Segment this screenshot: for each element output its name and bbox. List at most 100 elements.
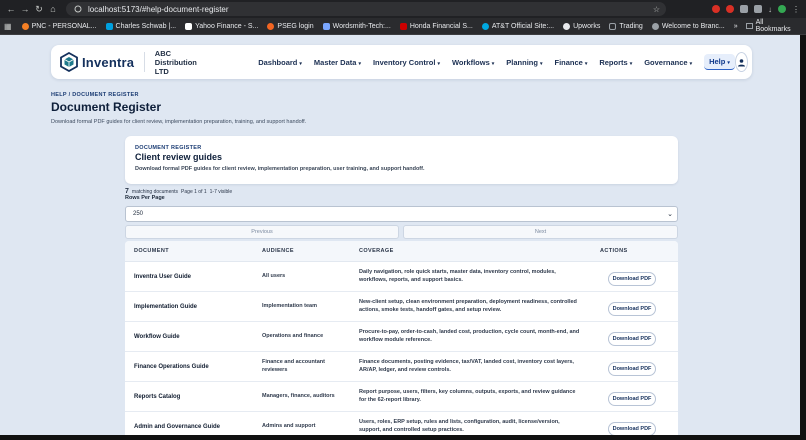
- card-description: Download formal PDF guides for client re…: [135, 166, 425, 172]
- nav-governance[interactable]: Governance ▾: [644, 58, 692, 67]
- document-coverage: Procure-to-pay, order-to-cash, landed co…: [359, 328, 580, 343]
- nav-workflows[interactable]: Workflows ▾: [452, 58, 494, 67]
- apps-grid-icon[interactable]: ▦: [4, 22, 12, 31]
- bookmarks-overflow-icon[interactable]: »: [734, 23, 738, 30]
- document-name: Workflow Guide: [134, 333, 180, 340]
- card-eyebrow: DOCUMENT REGISTER: [135, 145, 202, 151]
- brand-name: Inventra: [82, 54, 135, 70]
- nav-reports[interactable]: Reports ▾: [599, 58, 632, 67]
- reload-icon[interactable]: ↻: [32, 4, 46, 15]
- bookmark-upworks[interactable]: Upworks: [563, 22, 600, 30]
- pnc-favicon-icon: [21, 22, 29, 30]
- browser-toolbar: ← → ↻ ⌂ localhost:5173/#help-document-re…: [0, 0, 806, 18]
- home-icon[interactable]: ⌂: [46, 4, 60, 14]
- bookmark-yahoo[interactable]: Yahoo Finance - S...: [185, 22, 258, 30]
- folder-icon: [745, 23, 753, 29]
- document-audience: Operations and finance: [262, 332, 324, 339]
- wordsmith-favicon-icon: [322, 22, 330, 30]
- nav-master-data[interactable]: Master Data ▾: [314, 58, 361, 67]
- document-register-card: DOCUMENT REGISTER Client review guides D…: [125, 136, 678, 184]
- download-pdf-button[interactable]: Download PDF: [608, 392, 656, 406]
- bookmark-pseg[interactable]: PSEG login: [267, 22, 314, 30]
- inventra-cube-icon: [60, 52, 78, 72]
- match-count: 7: [125, 188, 129, 195]
- att-favicon-icon: [481, 22, 489, 30]
- address-bar[interactable]: localhost:5173/#help-document-register ☆: [66, 2, 666, 16]
- nav-help[interactable]: Help ▾: [704, 54, 735, 70]
- column-header-actions: ACTIONS: [600, 248, 628, 254]
- bookmark-wordsmith[interactable]: Wordsmith-Tech:...: [322, 22, 391, 30]
- site-info-icon[interactable]: [74, 5, 82, 13]
- user-menu-button[interactable]: [734, 52, 749, 72]
- table-row: Inventra User Guide All users Daily navi…: [125, 262, 678, 292]
- download-icon[interactable]: ↓: [768, 5, 772, 14]
- download-pdf-button[interactable]: Download PDF: [608, 422, 656, 436]
- result-count: 7 matching documents Page 1 of 1 1-7 vis…: [125, 188, 232, 195]
- app-header: Inventra ABC Distribution LTD Dashboard ▾…: [51, 45, 752, 79]
- rows-per-page-value: 250: [133, 211, 144, 217]
- bookmark-honda[interactable]: Honda Financial S...: [399, 22, 473, 30]
- document-audience: Admins and support: [262, 422, 316, 429]
- window-frame-right: [800, 35, 806, 440]
- document-name: Finance Operations Guide: [134, 363, 209, 370]
- profile-avatar-icon[interactable]: [778, 5, 786, 13]
- bookmark-trading[interactable]: Trading: [609, 22, 643, 30]
- document-name: Reports Catalog: [134, 393, 181, 400]
- breadcrumb: HELP / DOCUMENT REGISTER: [51, 92, 139, 98]
- visible-range: 1-7 visible: [209, 189, 233, 195]
- next-page-button[interactable]: Next: [403, 225, 678, 239]
- download-pdf-button[interactable]: Download PDF: [608, 302, 656, 316]
- nav-dashboard[interactable]: Dashboard ▾: [258, 58, 302, 67]
- chevron-down-icon: ▾: [437, 60, 440, 67]
- back-icon[interactable]: ←: [4, 4, 18, 14]
- window-frame-bottom: [0, 435, 806, 440]
- brand-logo[interactable]: Inventra: [60, 52, 134, 72]
- tenant-name: ABC Distribution LTD: [154, 48, 197, 76]
- all-bookmarks-link[interactable]: All Bookmarks: [745, 19, 800, 33]
- schwab-favicon-icon: [105, 22, 113, 30]
- documents-table: DOCUMENT AUDIENCE COVERAGE ACTIONS Inven…: [125, 241, 678, 440]
- main-nav: Dashboard ▾ Master Data ▾ Inventory Contro…: [258, 54, 735, 70]
- extension-icon[interactable]: [726, 5, 734, 13]
- column-header-coverage: COVERAGE: [359, 248, 394, 254]
- table-header: DOCUMENT AUDIENCE COVERAGE ACTIONS: [125, 241, 678, 262]
- extension-icon[interactable]: [712, 5, 720, 13]
- pseg-favicon-icon: [267, 22, 275, 30]
- document-coverage: New-client setup, clean environment prep…: [359, 298, 577, 313]
- download-pdf-button[interactable]: Download PDF: [608, 332, 656, 346]
- table-row: Workflow Guide Operations and finance Pr…: [125, 322, 678, 352]
- forward-icon[interactable]: →: [18, 4, 32, 14]
- download-pdf-button[interactable]: Download PDF: [608, 272, 656, 286]
- chevron-down-icon: ▾: [539, 60, 543, 67]
- column-header-audience: AUDIENCE: [262, 248, 294, 254]
- nav-planning[interactable]: Planning ▾: [506, 58, 542, 67]
- chevron-down-icon: ▾: [358, 60, 361, 67]
- column-header-document: DOCUMENT: [134, 248, 169, 254]
- document-coverage: Daily navigation, role quick starts, mas…: [359, 268, 556, 283]
- document-audience: Implementation team: [262, 302, 318, 309]
- user-icon: [737, 58, 745, 66]
- bookmark-att[interactable]: AT&T Official Site:...: [481, 22, 554, 30]
- bookmark-star-icon[interactable]: ☆: [653, 5, 660, 14]
- side-panel-icon[interactable]: [754, 5, 762, 13]
- download-pdf-button[interactable]: Download PDF: [608, 362, 656, 376]
- document-audience: All users: [262, 272, 286, 279]
- nav-finance[interactable]: Finance ▾: [554, 58, 587, 67]
- url-text[interactable]: localhost:5173/#help-document-register: [88, 5, 229, 14]
- globe-icon: [563, 22, 571, 30]
- bookmark-schwab[interactable]: Charles Schwab |...: [105, 22, 176, 30]
- previous-page-button[interactable]: Previous: [125, 225, 399, 239]
- table-row: Reports Catalog Managers, finance, audit…: [125, 382, 678, 412]
- extensions-puzzle-icon[interactable]: [740, 5, 748, 13]
- document-coverage: Finance documents, posting evidence, tax…: [359, 358, 574, 373]
- bookmark-welcome[interactable]: Welcome to Branc...: [651, 22, 725, 30]
- chevron-down-icon: ▾: [689, 60, 693, 67]
- bookmark-pnc[interactable]: PNC - PERSONAL...: [21, 22, 97, 30]
- rows-per-page-select[interactable]: 250 ⌄: [125, 206, 678, 222]
- table-row: Finance Operations Guide Finance and acc…: [125, 352, 678, 382]
- document-coverage: Report purpose, users, filters, key colu…: [359, 388, 576, 403]
- browser-menu-icon[interactable]: ⋮: [792, 5, 800, 14]
- bookmarks-bar: ▦ PNC - PERSONAL... Charles Schwab |... …: [0, 18, 806, 35]
- nav-inventory-control[interactable]: Inventory Control ▾: [373, 58, 440, 67]
- document-name: Admin and Governance Guide: [134, 423, 221, 430]
